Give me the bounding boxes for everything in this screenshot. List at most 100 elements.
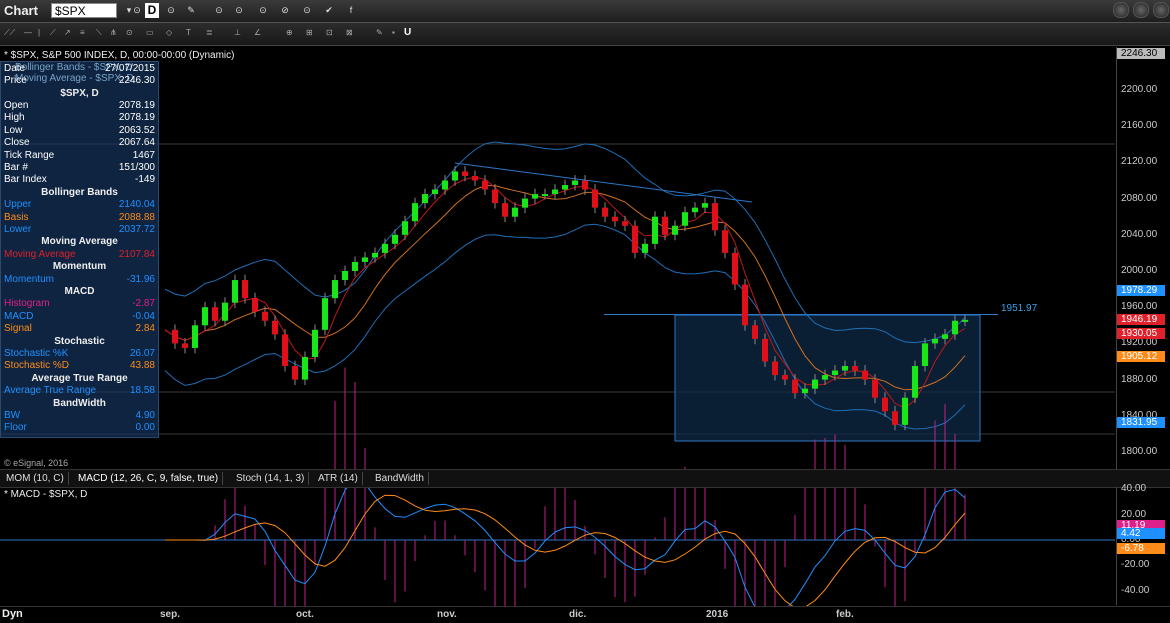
dynamic-scale-toggle[interactable]: Dyn [2,608,23,620]
data-row-label: Signal [4,323,32,335]
data-row-label: High [4,112,25,124]
candle-body [552,189,558,195]
candle-body [432,189,438,195]
price-chart[interactable] [0,0,1170,622]
bw-section-title: BandWidth [53,397,106,409]
candle-body [342,271,348,281]
data-row-value: 2140.04 [118,199,155,211]
candle-body [232,280,238,303]
data-row-value: 43.88 [129,360,155,372]
candle-body [842,366,848,371]
candle-body [412,203,418,222]
candle-body [792,379,798,394]
data-row-label: Lower [4,224,32,235]
data-row-label: Stochastic %K [4,348,69,359]
tab-atr[interactable]: ATR (14) [314,472,363,485]
macd-pane-title: * MACD - $SPX, D [4,489,88,500]
price-tag: 1946.19 [1117,313,1165,325]
candle-body [632,225,638,253]
candle-body [352,261,358,271]
data-row-value: 151/300 [118,162,155,173]
candle-body [372,252,378,258]
candle-body [592,189,598,208]
candle-body [812,379,818,389]
price-tag: 1978.29 [1117,284,1165,296]
candle-body [192,325,198,348]
price-axis-label: 2160.00 [1121,120,1158,132]
candle-body [292,366,298,380]
candle-body [752,325,758,339]
data-row-value: 2107.84 [118,248,155,260]
candle-body [892,411,898,425]
study-tabs: MOM (10, C) MACD (12, 26, C, 9, false, t… [0,469,1170,488]
data-row-value: 2037.72 [118,224,155,235]
candle-body [502,203,508,217]
candle-body [762,338,768,362]
candle-body [852,366,858,371]
candle-body [612,216,618,222]
symbol-header: $SPX, D [60,88,99,99]
candle-body [472,175,478,181]
candle-body [732,252,738,285]
bollinger-section-title: Bollinger Bands [41,186,118,198]
data-row-value: 2067.64 [118,137,155,149]
candle-body [942,334,948,339]
price-label: Price [4,75,27,86]
candle-body [312,329,318,357]
candle-body [702,203,708,208]
copyright: © eSignal, 2016 [4,458,69,468]
price-axis[interactable] [1116,47,1170,469]
candle-body [272,320,278,335]
data-row-label: Open [4,100,29,111]
candle-body [582,180,588,190]
candle-body [562,185,568,190]
date-axis-label: oct. [296,609,314,620]
candle-body [622,221,628,226]
candle-body [402,221,408,235]
date-label: Date [4,63,26,74]
data-row-value: 18.58 [129,385,155,397]
price-tag: 1930.05 [1117,328,1165,340]
overlay-ma-label: Moving Average - $SPX, D [15,73,134,84]
price-tag: 1905.12 [1117,350,1165,362]
tab-macd[interactable]: MACD (12, 26, C, 9, false, true) [74,472,224,485]
candle-body [962,319,968,322]
candle-body [452,171,458,181]
candle-body [662,216,668,235]
data-row-value: 2.84 [135,323,155,335]
horizontal-line-label: 1951.97 [1001,303,1038,314]
data-row-value: 26.07 [129,348,155,359]
candle-body [462,171,468,176]
macd-tag: -6.78 [1117,542,1165,554]
candle-body [772,361,778,376]
candle-body [872,379,878,398]
candle-body [202,307,208,326]
price-axis-label: 1800.00 [1121,446,1158,457]
price-axis-label: 2040.00 [1121,228,1158,240]
candle-body [362,257,368,262]
tab-stoch[interactable]: Stoch (14, 1, 3) [232,472,310,485]
bollinger-upper-line [164,141,966,344]
candle-body [712,203,718,231]
candle-body [802,388,808,394]
price-axis-label: 2000.00 [1121,265,1158,276]
candle-body [742,284,748,326]
candle-body [212,307,218,321]
data-row-label: Basis [4,211,29,223]
candle-body [782,375,788,380]
date-axis-label: sep. [160,609,181,620]
date-value: 27/07/2015 [104,63,155,74]
tab-bandwidth[interactable]: BandWidth [371,472,429,485]
momentum-section-title: Momentum [52,261,107,273]
candle-body [572,180,578,186]
candle-body [912,366,918,398]
data-row-label: MACD [4,310,34,322]
candle-body [242,280,248,299]
macd-axis-label: 20.00 [1121,508,1147,520]
tab-mom[interactable]: MOM (10, C) [2,472,69,485]
candle-body [182,343,188,348]
macd-axis-label: 40.00 [1121,483,1147,495]
data-row-label: BW [4,410,21,421]
candle-body [672,225,678,235]
candle-body [282,334,288,367]
